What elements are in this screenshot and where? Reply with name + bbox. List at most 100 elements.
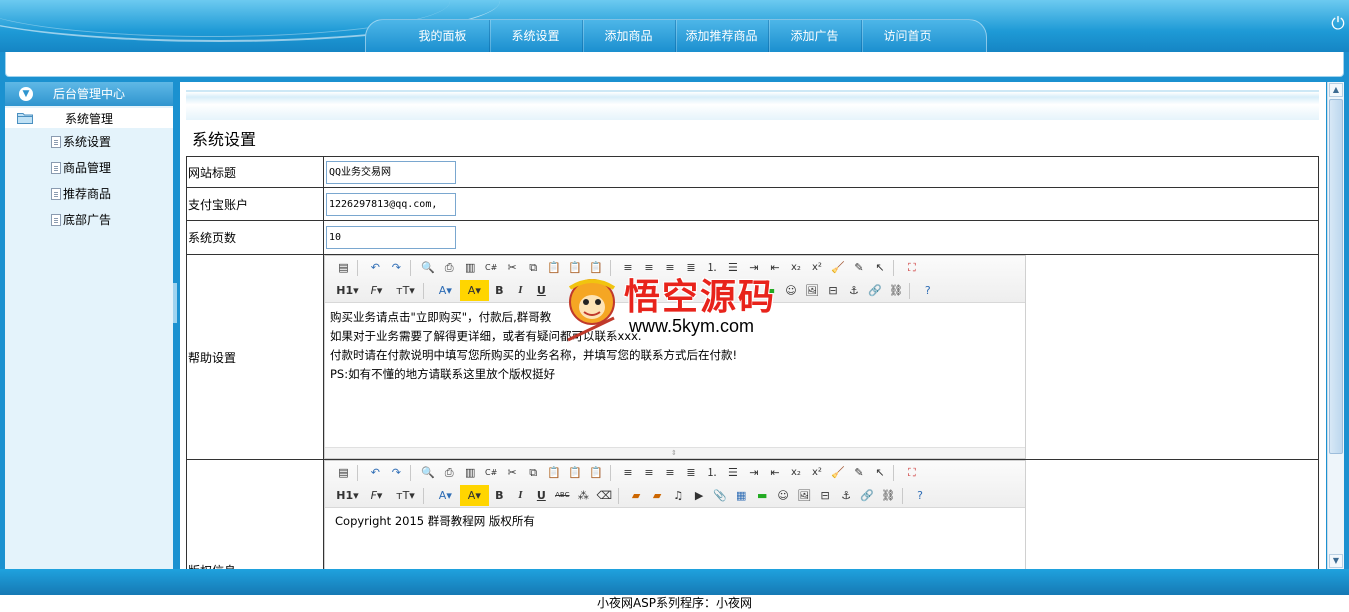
- eraser-icon[interactable]: ⌫: [594, 485, 615, 506]
- clear-format-icon[interactable]: 🧹: [827, 257, 848, 278]
- collapse-icon[interactable]: ▼: [19, 87, 33, 101]
- pagebreak-icon[interactable]: ⊟: [815, 485, 836, 506]
- align-center-icon[interactable]: ≡: [638, 462, 659, 483]
- outdent-icon[interactable]: ⇤: [764, 462, 785, 483]
- nav-my-panel[interactable]: 我的面板: [396, 20, 490, 52]
- image-icon[interactable]: 🖼: [801, 280, 822, 301]
- site-title-input[interactable]: QQ业务交易网: [326, 160, 456, 184]
- undo-icon[interactable]: ↶: [365, 257, 386, 278]
- italic-icon[interactable]: I: [510, 485, 531, 506]
- superscript-icon[interactable]: x²: [806, 462, 827, 483]
- video-icon[interactable]: ▶: [689, 485, 710, 506]
- paste-icon[interactable]: 📋: [544, 462, 565, 483]
- scroll-up-icon[interactable]: ▲: [1329, 83, 1343, 97]
- heading-icon[interactable]: H1▾: [333, 485, 362, 506]
- bold-icon[interactable]: B: [489, 280, 510, 301]
- bold-icon[interactable]: B: [489, 485, 510, 506]
- copyright-editor-content[interactable]: Copyright 2015 群哥教程网 版权所有: [325, 508, 1025, 536]
- sidebar-item-bottom-ad[interactable]: 底部广告: [51, 211, 111, 229]
- unordered-list-icon[interactable]: ☰: [722, 462, 743, 483]
- source-icon[interactable]: ▤: [333, 462, 354, 483]
- table-icon[interactable]: ▦: [731, 485, 752, 506]
- cut-icon[interactable]: ✂: [502, 462, 523, 483]
- italic-icon[interactable]: I: [510, 280, 531, 301]
- select-all-icon[interactable]: ✎: [848, 462, 869, 483]
- help-icon[interactable]: ?: [917, 280, 938, 301]
- subscript-icon[interactable]: x₂: [785, 462, 806, 483]
- nav-add-recommended[interactable]: 添加推荐商品: [675, 20, 769, 52]
- template-icon[interactable]: ▥: [460, 462, 481, 483]
- preview-icon[interactable]: 🔍: [418, 257, 439, 278]
- highlight-icon[interactable]: A▾: [459, 280, 489, 301]
- heading-icon[interactable]: H1▾: [333, 280, 362, 301]
- clear-format-icon[interactable]: 🧹: [827, 462, 848, 483]
- unlink-icon[interactable]: ⛓: [878, 485, 899, 506]
- align-right-icon[interactable]: ≡: [659, 462, 680, 483]
- link-icon[interactable]: 🔗: [857, 485, 878, 506]
- source-icon[interactable]: ▤: [333, 257, 354, 278]
- border-icon[interactable]: ⁂: [573, 485, 594, 506]
- print-icon[interactable]: ⎙: [439, 462, 460, 483]
- justify-icon[interactable]: ≣: [680, 462, 701, 483]
- hr-icon[interactable]: ▬: [752, 485, 773, 506]
- cursor-icon[interactable]: ↖: [869, 257, 890, 278]
- strikethrough-icon[interactable]: ABC: [552, 485, 573, 506]
- help-icon[interactable]: ?: [909, 485, 930, 506]
- sidebar-group-system[interactable]: 系统管理: [5, 108, 173, 128]
- font-color-icon[interactable]: A▾: [431, 485, 460, 506]
- undo-icon[interactable]: ↶: [365, 462, 386, 483]
- highlight-icon[interactable]: A▾: [459, 485, 489, 506]
- emoticon-icon[interactable]: ☺: [773, 485, 794, 506]
- anchor-icon[interactable]: ⚓: [836, 485, 857, 506]
- superscript-icon[interactable]: x²: [806, 257, 827, 278]
- paste-word-icon[interactable]: 📋: [586, 462, 607, 483]
- sidebar-item-recommended[interactable]: 推荐商品: [51, 185, 111, 203]
- media-icon[interactable]: ▰: [647, 485, 668, 506]
- underline-icon[interactable]: U: [531, 485, 552, 506]
- page-count-input[interactable]: 10: [326, 226, 456, 249]
- nav-visit-home[interactable]: 访问首页: [861, 20, 954, 52]
- link-icon[interactable]: 🔗: [864, 280, 885, 301]
- unlink-icon[interactable]: ⛓: [885, 280, 906, 301]
- copy-icon[interactable]: ⧉: [523, 257, 544, 278]
- font-color-icon[interactable]: A▾: [431, 280, 460, 301]
- underline-icon[interactable]: U: [531, 280, 552, 301]
- template-icon[interactable]: ▥: [460, 257, 481, 278]
- nav-add-product[interactable]: 添加商品: [582, 20, 676, 52]
- nav-add-ad[interactable]: 添加广告: [768, 20, 862, 52]
- paste-text-icon[interactable]: 📋: [565, 462, 586, 483]
- editor-resize-bar[interactable]: ⇕: [325, 447, 1025, 458]
- font-family-icon[interactable]: F▾: [362, 280, 391, 301]
- music-icon[interactable]: ♫: [668, 485, 689, 506]
- scroll-down-icon[interactable]: ▼: [1329, 554, 1343, 568]
- ordered-list-icon[interactable]: ⒈: [701, 462, 722, 483]
- font-size-icon[interactable]: тT▾: [391, 280, 420, 301]
- fullscreen-icon[interactable]: ⛶: [901, 462, 922, 483]
- frame-splitter[interactable]: [173, 283, 177, 323]
- pagebreak-icon[interactable]: ⊟: [822, 280, 843, 301]
- flash-icon[interactable]: ▰: [626, 485, 647, 506]
- redo-icon[interactable]: ↷: [386, 257, 407, 278]
- align-left-icon[interactable]: ≡: [617, 462, 638, 483]
- anchor-icon[interactable]: ⚓: [843, 280, 864, 301]
- code-icon[interactable]: C#: [481, 257, 502, 278]
- cursor-icon[interactable]: ↖: [869, 462, 890, 483]
- sidebar-item-product-management[interactable]: 商品管理: [51, 159, 111, 177]
- image-icon[interactable]: 🖼: [794, 485, 815, 506]
- cut-icon[interactable]: ✂: [502, 257, 523, 278]
- attachment-icon[interactable]: 📎: [710, 485, 731, 506]
- preview-icon[interactable]: 🔍: [418, 462, 439, 483]
- redo-icon[interactable]: ↷: [386, 462, 407, 483]
- vertical-scrollbar[interactable]: ▲ ▼: [1327, 82, 1344, 569]
- indent-icon[interactable]: ⇥: [743, 462, 764, 483]
- select-all-icon[interactable]: ✎: [848, 257, 869, 278]
- power-icon[interactable]: ⏻: [1329, 15, 1347, 33]
- alipay-account-input[interactable]: 1226297813@qq.com,: [326, 192, 456, 216]
- font-size-icon[interactable]: тT▾: [391, 485, 420, 506]
- code-icon[interactable]: C#: [481, 462, 502, 483]
- scroll-thumb[interactable]: [1329, 99, 1343, 454]
- nav-system-settings[interactable]: 系统设置: [489, 20, 583, 52]
- print-icon[interactable]: ⎙: [439, 257, 460, 278]
- font-family-icon[interactable]: F▾: [362, 485, 391, 506]
- sidebar-item-system-settings[interactable]: 系统设置: [51, 133, 111, 151]
